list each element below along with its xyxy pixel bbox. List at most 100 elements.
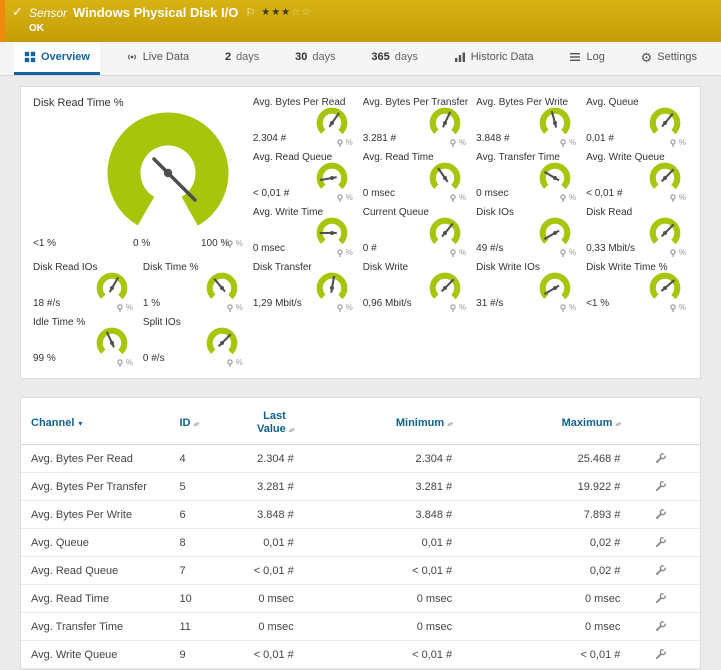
channel-gauge[interactable]: Current Queue 0 # % [359,205,472,260]
tab-365-days[interactable]: 365days [361,42,428,75]
pin-icon[interactable] [669,304,677,312]
channel-gauge[interactable]: Disk Write Time % <1 % % [582,260,692,315]
channel-gauge[interactable]: Avg. Write Queue < 0,01 # % [582,150,692,205]
wrench-icon[interactable] [654,508,667,521]
channel-gauge[interactable]: Idle Time % 99 % % [29,315,139,370]
pin-icon[interactable] [669,249,677,257]
percent-icon[interactable]: % [459,248,466,257]
percent-icon[interactable]: % [569,248,576,257]
percent-icon[interactable]: % [679,193,686,202]
tab-overview[interactable]: Overview [14,42,100,75]
table-row[interactable]: Avg. Bytes Per Read 4 2.304 # 2.304 # 25… [21,445,700,473]
channel-gauge[interactable]: Avg. Read Time 0 msec % [359,150,472,205]
percent-icon[interactable]: % [569,303,576,312]
table-row[interactable]: Avg. Bytes Per Write 6 3.848 # 3.848 # 7… [21,501,700,529]
wrench-icon[interactable] [654,536,667,549]
percent-icon[interactable]: % [346,138,353,147]
channel-gauge[interactable]: Avg. Transfer Time 0 msec % [472,150,582,205]
pin-icon[interactable] [449,139,457,147]
tab-settings[interactable]: ⚙ Settings [631,42,707,75]
percent-icon[interactable]: % [236,239,243,248]
stars-empty[interactable]: ☆☆ [291,7,311,18]
tab-log[interactable]: Log [559,42,614,75]
channel-gauge[interactable]: Avg. Bytes Per Read 2.304 # % [249,95,359,150]
channel-gauge[interactable]: Split IOs 0 #/s % [139,315,249,370]
channel-gauge[interactable]: Disk Read IOs 18 #/s % [29,260,139,315]
table-row[interactable]: Avg. Bytes Per Transfer 5 3.281 # 3.281 … [21,473,700,501]
tab-word: days [312,51,335,63]
percent-icon[interactable]: % [459,193,466,202]
table-row[interactable]: Avg. Transfer Time 11 0 msec 0 msec 0 ms… [21,613,700,641]
wrench-icon[interactable] [654,620,667,633]
pin-icon[interactable] [336,304,344,312]
tab-30-days[interactable]: 30days [285,42,346,75]
percent-icon[interactable]: % [679,138,686,147]
pin-icon[interactable] [559,249,567,257]
wrench-icon[interactable] [654,480,667,493]
percent-icon[interactable]: % [236,303,243,312]
stars-filled[interactable]: ★★★ [261,7,291,18]
wrench-icon[interactable] [654,564,667,577]
channel-gauge[interactable]: Disk Write IOs 31 #/s % [472,260,582,315]
pin-icon[interactable] [226,304,234,312]
percent-icon[interactable]: % [236,358,243,367]
percent-icon[interactable]: % [679,303,686,312]
wrench-icon[interactable] [654,648,667,661]
percent-icon[interactable]: % [126,358,133,367]
pin-icon[interactable] [559,139,567,147]
percent-icon[interactable]: % [569,138,576,147]
channel-gauge[interactable]: Disk Read 0,33 Mbit/s % [582,205,692,260]
pin-icon[interactable] [449,194,457,202]
priority-stars[interactable]: ★★★☆☆ [261,7,311,18]
pin-icon[interactable] [336,139,344,147]
percent-icon[interactable]: % [346,193,353,202]
pin-icon[interactable] [336,249,344,257]
percent-icon[interactable]: % [346,303,353,312]
channel-gauge[interactable]: Avg. Queue 0,01 # % [582,95,692,150]
pin-icon[interactable] [669,194,677,202]
channel-gauge[interactable]: Disk Write 0,96 Mbit/s % [359,260,472,315]
percent-icon[interactable]: % [459,138,466,147]
pin-icon[interactable] [336,194,344,202]
pin-icon[interactable] [116,304,124,312]
big-gauge[interactable]: Disk Read Time % <1 % 0 % 100 % % [29,95,249,260]
tab-2-days[interactable]: 2days [215,42,269,75]
cell-last-value: 0,01 # [214,529,303,557]
pin-icon[interactable] [449,249,457,257]
percent-icon[interactable]: % [679,248,686,257]
tab-live-data[interactable]: Live Data [116,42,199,75]
percent-icon[interactable]: % [126,303,133,312]
pin-icon[interactable] [226,240,234,248]
table-row[interactable]: Avg. Queue 8 0,01 # 0,01 # 0,02 # [21,529,700,557]
channel-gauge[interactable]: Avg. Bytes Per Write 3.848 # % [472,95,582,150]
channel-gauge[interactable]: Avg. Read Queue < 0,01 # % [249,150,359,205]
channel-gauge[interactable]: Avg. Bytes Per Transfer 3.281 # % [359,95,472,150]
col-channel[interactable]: Channel▾ [21,400,169,445]
col-id[interactable]: ID▴▾ [169,400,214,445]
channel-gauge[interactable]: Disk IOs 49 #/s % [472,205,582,260]
percent-icon[interactable]: % [459,303,466,312]
wrench-icon[interactable] [654,592,667,605]
channel-gauge[interactable]: Avg. Write Time 0 msec % [249,205,359,260]
table-row[interactable]: Avg. Write Queue 9 < 0,01 # < 0,01 # < 0… [21,641,700,669]
percent-icon[interactable]: % [346,248,353,257]
table-row[interactable]: Avg. Read Time 10 0 msec 0 msec 0 msec [21,585,700,613]
wrench-icon[interactable] [654,452,667,465]
channel-gauge[interactable]: Disk Transfer 1,29 Mbit/s % [249,260,359,315]
col-minimum[interactable]: Minimum▴▾ [304,400,462,445]
pin-icon[interactable] [559,194,567,202]
channel-gauge[interactable]: Disk Time % 1 % % [139,260,249,315]
flag-icon[interactable]: ⚐ [245,6,255,19]
gauge-dial [538,271,572,305]
pin-icon[interactable] [449,304,457,312]
col-maximum[interactable]: Maximum▴▾ [462,400,630,445]
percent-icon[interactable]: % [569,193,576,202]
pin-icon[interactable] [226,359,234,367]
pin-icon[interactable] [669,139,677,147]
col-last-value[interactable]: Last Value▴▾ [214,400,303,445]
pin-icon[interactable] [559,304,567,312]
table-row[interactable]: Avg. Read Queue 7 < 0,01 # < 0,01 # 0,02… [21,557,700,585]
tab-historic-data[interactable]: Historic Data [444,42,544,75]
gauge-value: 99 % [33,353,56,364]
pin-icon[interactable] [116,359,124,367]
